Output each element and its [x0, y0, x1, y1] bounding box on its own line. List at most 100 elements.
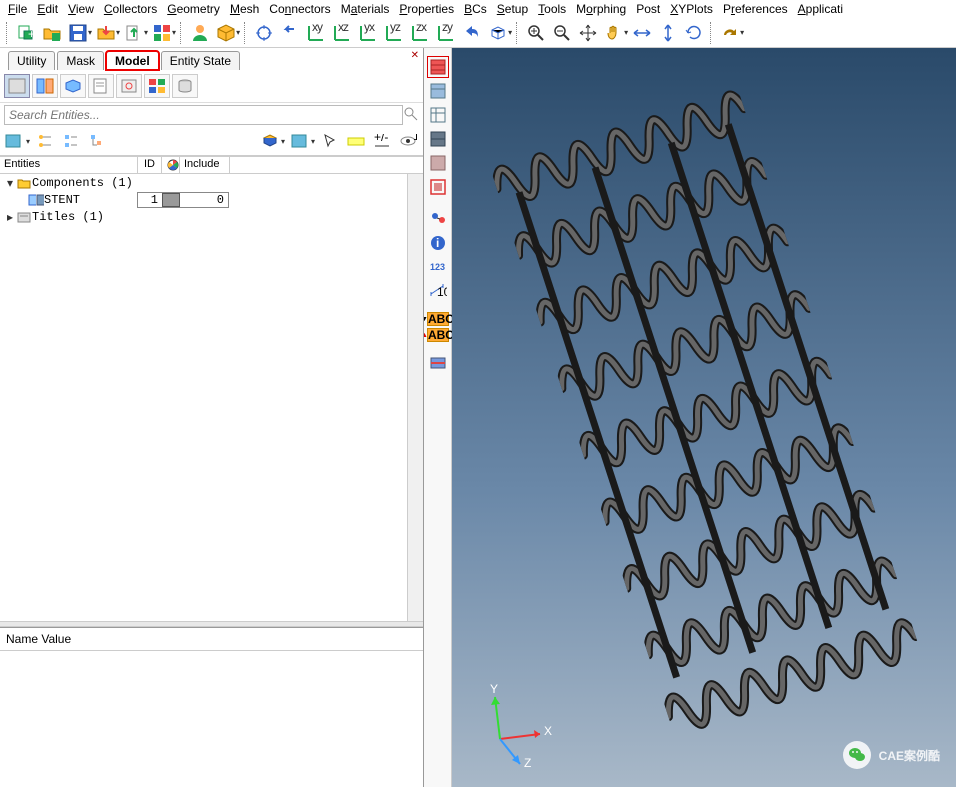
transparent-button[interactable]: [427, 176, 449, 198]
modules-button[interactable]: [150, 21, 174, 45]
menu-xyplots[interactable]: XYPlots: [670, 2, 713, 16]
iso-button[interactable]: [486, 21, 510, 45]
user-button[interactable]: [188, 21, 212, 45]
tree-label: STENT: [44, 193, 80, 207]
zoom-out-button[interactable]: [550, 21, 574, 45]
menu-post[interactable]: Post: [636, 2, 660, 16]
tree-row[interactable]: ▾Components (1): [0, 174, 423, 191]
highlight-button[interactable]: [345, 131, 367, 151]
show-hide-button[interactable]: +/-: [371, 131, 393, 151]
stent-model: [485, 70, 924, 740]
menu-morphing[interactable]: Morphing: [576, 2, 626, 16]
rotate-button[interactable]: [682, 21, 706, 45]
menu-edit[interactable]: Edit: [37, 2, 58, 16]
menu-connectors[interactable]: Connectors: [269, 2, 330, 16]
axis-yz-button[interactable]: yz: [382, 21, 406, 45]
menu-properties[interactable]: Properties: [399, 2, 454, 16]
section-button[interactable]: [427, 352, 449, 374]
cursor-icon[interactable]: [319, 131, 341, 151]
hand-button[interactable]: [602, 21, 626, 45]
measure-button[interactable]: 10: [427, 280, 449, 302]
menu-materials[interactable]: Materials: [341, 2, 390, 16]
import-button[interactable]: [94, 21, 118, 45]
wire-shade-button[interactable]: [427, 128, 449, 150]
main-toolbar: + ▾ ▾ ▾ ▾ ▾ xy xz yx yz zx zy ▾ ▾ ▾: [0, 18, 956, 48]
filter-tree2-button[interactable]: [60, 131, 82, 151]
property-header: Name Value: [0, 628, 423, 651]
menu-tools[interactable]: Tools: [538, 2, 566, 16]
reverse-button[interactable]: [460, 21, 484, 45]
svg-text:i: i: [436, 236, 439, 250]
col-entities[interactable]: Entities: [0, 157, 138, 173]
export-button[interactable]: [122, 21, 146, 45]
menu-applications[interactable]: Applicati: [798, 2, 843, 16]
arrows-h-button[interactable]: [630, 21, 654, 45]
tree-body[interactable]: ▾Components (1)STENT 1 0▸Titles (1): [0, 174, 423, 621]
wire-only-button[interactable]: [427, 104, 449, 126]
display-color-button[interactable]: [259, 131, 281, 151]
menu-view[interactable]: View: [68, 2, 94, 16]
menu-file[interactable]: File: [8, 2, 27, 16]
mode-include-button[interactable]: [32, 74, 58, 98]
menu-setup[interactable]: Setup: [497, 2, 528, 16]
abc-up-button[interactable]: ▲ABC: [427, 328, 449, 342]
menu-collectors[interactable]: Collectors: [104, 2, 157, 16]
save-button[interactable]: [66, 21, 90, 45]
tree-scrollbar[interactable]: [407, 174, 423, 621]
search-icon[interactable]: [403, 106, 419, 125]
svg-text:y: y: [317, 23, 323, 34]
svg-text:Z: Z: [524, 756, 531, 769]
axis-yx-button[interactable]: yx: [356, 21, 380, 45]
filter-tree3-button[interactable]: [86, 131, 108, 151]
shade-elements-button[interactable]: [427, 56, 449, 78]
mode-standard-button[interactable]: [4, 74, 30, 98]
panel-close-icon[interactable]: ✕: [411, 50, 419, 61]
abc-down-button[interactable]: ▼ABC: [427, 312, 449, 326]
find-button[interactable]: [427, 208, 449, 230]
filter-type-button[interactable]: [4, 131, 26, 151]
menu-preferences[interactable]: Preferences: [723, 2, 788, 16]
axis-xz-button[interactable]: xz: [330, 21, 354, 45]
filter-tree1-button[interactable]: [34, 131, 56, 151]
3d-viewport[interactable]: X Y Z CAE案例酷: [452, 48, 956, 787]
col-id[interactable]: ID: [138, 157, 162, 173]
tree-label: Components (1): [32, 176, 133, 190]
pan-button[interactable]: [576, 21, 600, 45]
mode-cylinder-button[interactable]: [172, 74, 198, 98]
eye-icon[interactable]: 1: [397, 131, 419, 151]
menu-geometry[interactable]: Geometry: [167, 2, 220, 16]
axis-zy-button[interactable]: zy: [434, 21, 458, 45]
undo-button[interactable]: [278, 21, 302, 45]
numbers-button[interactable]: 123: [427, 256, 449, 278]
display-style-button[interactable]: [289, 131, 311, 151]
hidden-line-button[interactable]: [427, 152, 449, 174]
search-input[interactable]: [4, 105, 403, 125]
component-button[interactable]: [214, 21, 238, 45]
new-button[interactable]: +: [14, 21, 38, 45]
tree-row[interactable]: STENT 1 0: [0, 191, 423, 208]
info-icon[interactable]: i: [427, 232, 449, 254]
tab-model[interactable]: Model: [106, 51, 159, 70]
mode-query-button[interactable]: [116, 74, 142, 98]
tab-entity-state[interactable]: Entity State: [161, 51, 240, 70]
mode-boxes-button[interactable]: [144, 74, 170, 98]
open-button[interactable]: [40, 21, 64, 45]
property-panel: Name Value: [0, 627, 423, 787]
col-color[interactable]: [162, 157, 180, 173]
axis-xy-button[interactable]: xy: [304, 21, 328, 45]
shade-geom-button[interactable]: [427, 80, 449, 102]
redo-arc-button[interactable]: [718, 21, 742, 45]
zoom-in-button[interactable]: [524, 21, 548, 45]
mode-solver-button[interactable]: [60, 74, 86, 98]
menu-bcs[interactable]: BCs: [464, 2, 487, 16]
axis-zx-button[interactable]: zx: [408, 21, 432, 45]
tab-utility[interactable]: Utility: [8, 51, 55, 70]
tab-mask[interactable]: Mask: [57, 51, 104, 70]
fit-view-button[interactable]: [252, 21, 276, 45]
menu-mesh[interactable]: Mesh: [230, 2, 259, 16]
col-include[interactable]: Include: [180, 157, 230, 173]
svg-text:x: x: [369, 23, 375, 34]
mode-sheet-button[interactable]: [88, 74, 114, 98]
arrows-v-button[interactable]: [656, 21, 680, 45]
tree-row[interactable]: ▸Titles (1): [0, 208, 423, 225]
